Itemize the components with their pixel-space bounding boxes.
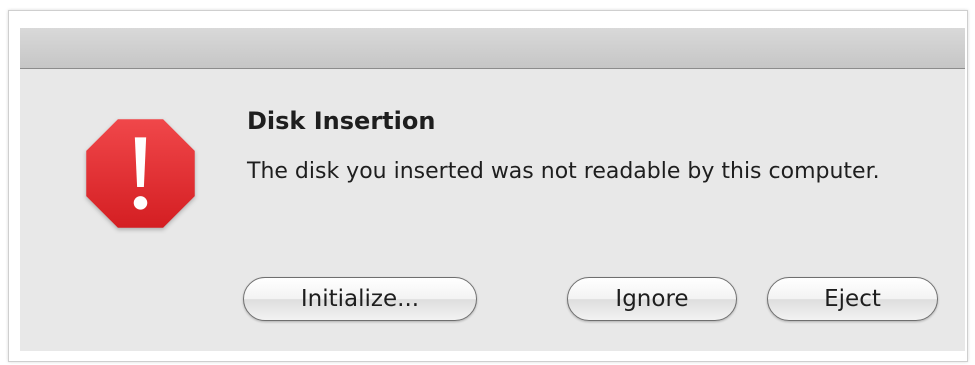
ignore-button[interactable]: Ignore (567, 277, 737, 321)
dialog-title: Disk Insertion (247, 107, 436, 135)
dialog-message: The disk you inserted was not readable b… (247, 159, 880, 184)
alert-stop-icon (86, 119, 195, 228)
initialize-button[interactable]: Initialize... (243, 277, 477, 321)
disk-insertion-dialog: Disk Insertion The disk you inserted was… (20, 69, 965, 351)
window-title-bar (20, 28, 965, 69)
eject-button[interactable]: Eject (767, 277, 938, 321)
